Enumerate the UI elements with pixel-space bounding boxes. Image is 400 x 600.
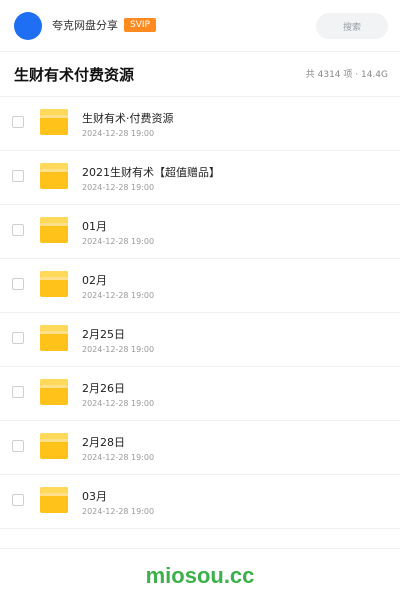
file-name: 2月28日 (82, 436, 125, 449)
file-row[interactable]: 2021生财有术【超值赠品】 2024-12-28 19:00 (0, 151, 400, 205)
svip-badge: SVIP (124, 18, 156, 32)
row-checkbox[interactable] (12, 224, 24, 236)
folder-icon (40, 109, 68, 135)
file-date: 2024-12-28 19:00 (82, 129, 155, 138)
file-date: 2024-12-28 19:00 (82, 291, 155, 300)
row-checkbox[interactable] (12, 440, 24, 452)
folder-icon (40, 217, 68, 243)
row-checkbox[interactable] (12, 386, 24, 398)
file-row[interactable]: 01月 2024-12-28 19:00 (0, 205, 400, 259)
folder-icon (40, 487, 68, 513)
search-input[interactable]: 搜索 (316, 13, 388, 39)
username: 夸克网盘分享 (52, 19, 118, 32)
file-stats: 共 4314 项 · 14.4G (305, 70, 388, 80)
file-date: 2024-12-28 19:00 (82, 453, 155, 462)
file-date: 2024-12-28 19:00 (82, 183, 155, 192)
file-row[interactable]: 03月 2024-12-28 19:00 (0, 475, 400, 529)
search-placeholder: 搜索 (342, 22, 361, 33)
folder-icon (40, 325, 68, 351)
file-row[interactable]: 02月 2024-12-28 19:00 (0, 259, 400, 313)
file-row[interactable]: 生财有术·付费资源 2024-12-28 19:00 (0, 97, 400, 151)
file-name: 02月 (82, 274, 107, 287)
row-checkbox[interactable] (12, 116, 24, 128)
file-name: 2月26日 (82, 382, 125, 395)
file-list: 生财有术·付费资源 2024-12-28 19:00 2021生财有术【超值赠品… (0, 97, 400, 529)
file-date: 2024-12-28 19:00 (82, 507, 155, 516)
row-checkbox[interactable] (12, 494, 24, 506)
title-bar: 生财有术付费资源 共 4314 项 · 14.4G (0, 53, 400, 97)
row-checkbox[interactable] (12, 170, 24, 182)
folder-icon (40, 163, 68, 189)
folder-icon (40, 379, 68, 405)
site-watermark: miosou.cc (145, 563, 255, 588)
avatar[interactable] (14, 12, 42, 40)
folder-icon (40, 271, 68, 297)
header-bar: 夸克网盘分享 SVIP 搜索 (0, 0, 400, 52)
file-name: 03月 (82, 490, 107, 503)
file-row[interactable]: 2月25日 2024-12-28 19:00 (0, 313, 400, 367)
file-date: 2024-12-28 19:00 (82, 399, 155, 408)
row-checkbox[interactable] (12, 278, 24, 290)
file-name: 01月 (82, 220, 107, 233)
file-name: 生财有术·付费资源 (82, 112, 174, 125)
row-checkbox[interactable] (12, 332, 24, 344)
file-row[interactable]: 2月26日 2024-12-28 19:00 (0, 367, 400, 421)
file-name: 2月25日 (82, 328, 125, 341)
file-date: 2024-12-28 19:00 (82, 237, 155, 246)
footer: miosou.cc (0, 548, 400, 600)
file-name: 2021生财有术【超值赠品】 (82, 166, 220, 179)
folder-icon (40, 433, 68, 459)
page-title: 生财有术付费资源 (14, 66, 135, 84)
file-date: 2024-12-28 19:00 (82, 345, 155, 354)
file-row[interactable]: 2月28日 2024-12-28 19:00 (0, 421, 400, 475)
